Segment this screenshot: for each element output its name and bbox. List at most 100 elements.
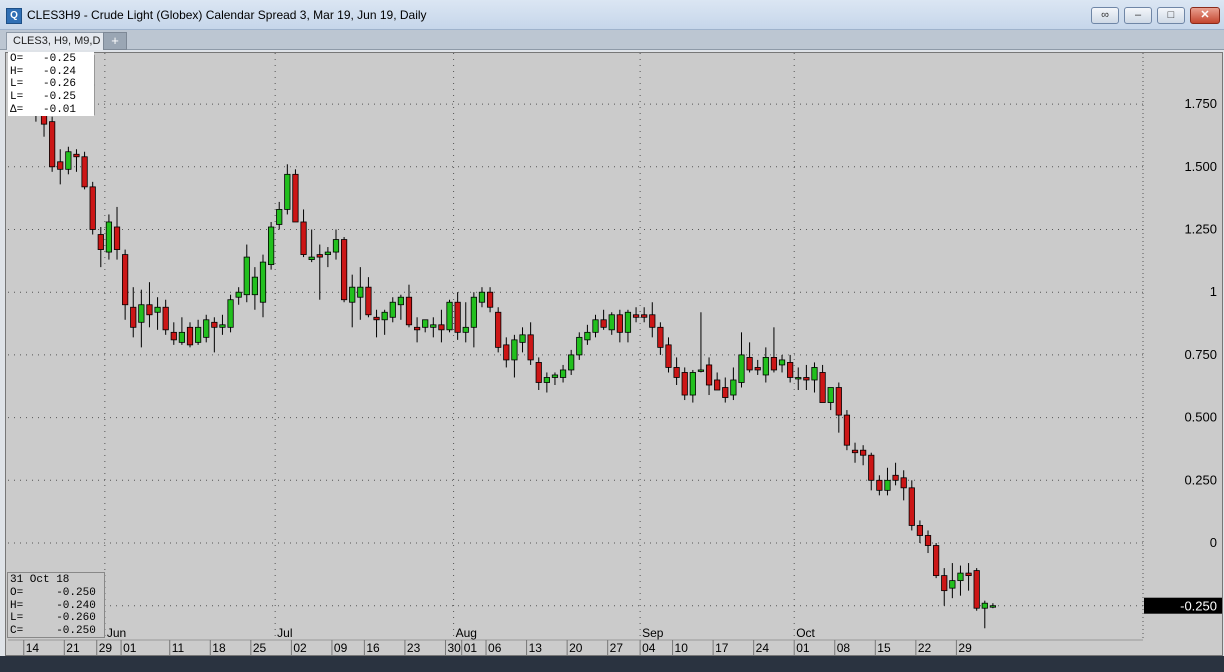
day-label: 09	[334, 641, 348, 655]
candle-down	[186, 326, 194, 346]
candle-up	[811, 367, 818, 381]
candle-down	[641, 314, 648, 318]
candle-up	[778, 359, 786, 366]
candle-down	[405, 296, 413, 326]
candle-up	[511, 339, 518, 361]
candle-up	[308, 256, 315, 260]
chart-canvas[interactable]: 1.750 1.500 1.250 1 0.750 0.500 0.250 0 Jun Jul Au…	[0, 0, 1224, 672]
candle-down	[438, 324, 445, 331]
day-label: 22	[918, 641, 932, 655]
candle-down	[860, 449, 867, 456]
candle-down	[770, 357, 778, 371]
day-label: 27	[610, 641, 624, 655]
candle-down	[714, 379, 721, 391]
day-label: 29	[958, 641, 972, 655]
candle-down	[673, 367, 680, 378]
candle-up	[981, 602, 988, 609]
candle-up	[738, 354, 745, 383]
month-label: Aug	[456, 626, 477, 640]
candle-down	[722, 387, 729, 398]
bar-info-low: L= -0.260	[10, 612, 96, 625]
candle-up	[332, 239, 340, 253]
day-label: 06	[488, 641, 502, 655]
candle-down	[657, 326, 664, 348]
candle-up	[178, 331, 185, 343]
candle-up	[462, 326, 469, 333]
candle-down	[916, 525, 924, 536]
y-tick-label: 1.250	[1184, 222, 1217, 237]
candle-up	[138, 304, 145, 323]
candle-up	[795, 377, 802, 380]
candle-up	[543, 377, 550, 383]
candle-down	[535, 362, 542, 383]
candle-down	[292, 173, 299, 223]
candle-up	[203, 319, 210, 338]
day-label: 13	[529, 641, 543, 655]
candle-down	[632, 314, 640, 318]
bar-info-box: 31 Oct 18 O= -0.250 H= -0.240 L= -0.260 …	[7, 572, 105, 638]
candle-up	[397, 296, 404, 306]
candle-up	[422, 319, 429, 328]
candle-up	[519, 334, 526, 343]
day-label: 30	[447, 641, 461, 655]
ohlc-legend-open: O= -0.25	[10, 53, 77, 65]
candle-up	[470, 296, 477, 328]
candle-down	[527, 334, 534, 361]
candle-down	[924, 535, 932, 546]
candle-up	[195, 326, 202, 343]
candle-down	[705, 364, 713, 386]
candle-up	[251, 276, 258, 296]
candle-up	[446, 301, 453, 331]
day-label: 29	[99, 641, 113, 655]
candle-down	[81, 156, 88, 188]
candle-up	[349, 286, 356, 303]
bar-info-close: C= -0.250	[10, 625, 96, 638]
candle-down	[787, 362, 794, 378]
day-label: 16	[366, 641, 380, 655]
candle-up	[568, 354, 575, 371]
ohlc-legend-low: L= -0.26	[10, 78, 77, 91]
candle-down	[365, 286, 372, 316]
candle-down	[843, 414, 851, 446]
candle-down	[933, 545, 940, 577]
candle-down	[876, 479, 883, 491]
candle-up	[430, 324, 437, 328]
ohlc-legend-last: L= -0.25	[10, 91, 77, 104]
ohlc-legend-high: H= -0.24	[10, 65, 77, 78]
candle-up	[730, 379, 737, 396]
candle-up	[105, 221, 113, 253]
y-tick-label: 1.750	[1184, 96, 1217, 111]
month-label: Jul	[277, 626, 292, 640]
candle-up	[697, 369, 705, 372]
candle-down	[503, 344, 510, 361]
candle-up	[235, 291, 242, 298]
candle-up	[154, 306, 161, 313]
candle-down	[486, 291, 494, 308]
candle-down	[835, 387, 842, 416]
day-label: 08	[837, 641, 851, 655]
candle-down	[819, 372, 826, 403]
day-label: 14	[26, 641, 40, 655]
month-label: Oct	[796, 626, 815, 640]
candle-down	[941, 575, 948, 592]
y-tick-label: 0.250	[1184, 472, 1217, 487]
candle-down	[97, 234, 104, 250]
candle-up	[949, 580, 956, 589]
candle-up	[478, 291, 486, 303]
bar-info-date: 31 Oct 18	[10, 574, 70, 586]
candle-down	[600, 319, 607, 328]
candle-up	[827, 387, 834, 403]
candle-down	[454, 301, 461, 333]
candle-up	[624, 311, 632, 333]
candle-down	[965, 572, 972, 577]
last-price-label: -0.250	[1180, 599, 1217, 614]
bar-info-open: O= -0.250	[10, 586, 96, 599]
candle-down	[162, 306, 169, 331]
candle-down	[973, 570, 980, 609]
day-label: 18	[212, 641, 226, 655]
day-label: 21	[66, 641, 80, 655]
bar-info-high: H= -0.240	[10, 599, 96, 612]
candle-up	[243, 256, 250, 296]
day-label: 01	[796, 641, 810, 655]
candle-up	[227, 299, 234, 328]
